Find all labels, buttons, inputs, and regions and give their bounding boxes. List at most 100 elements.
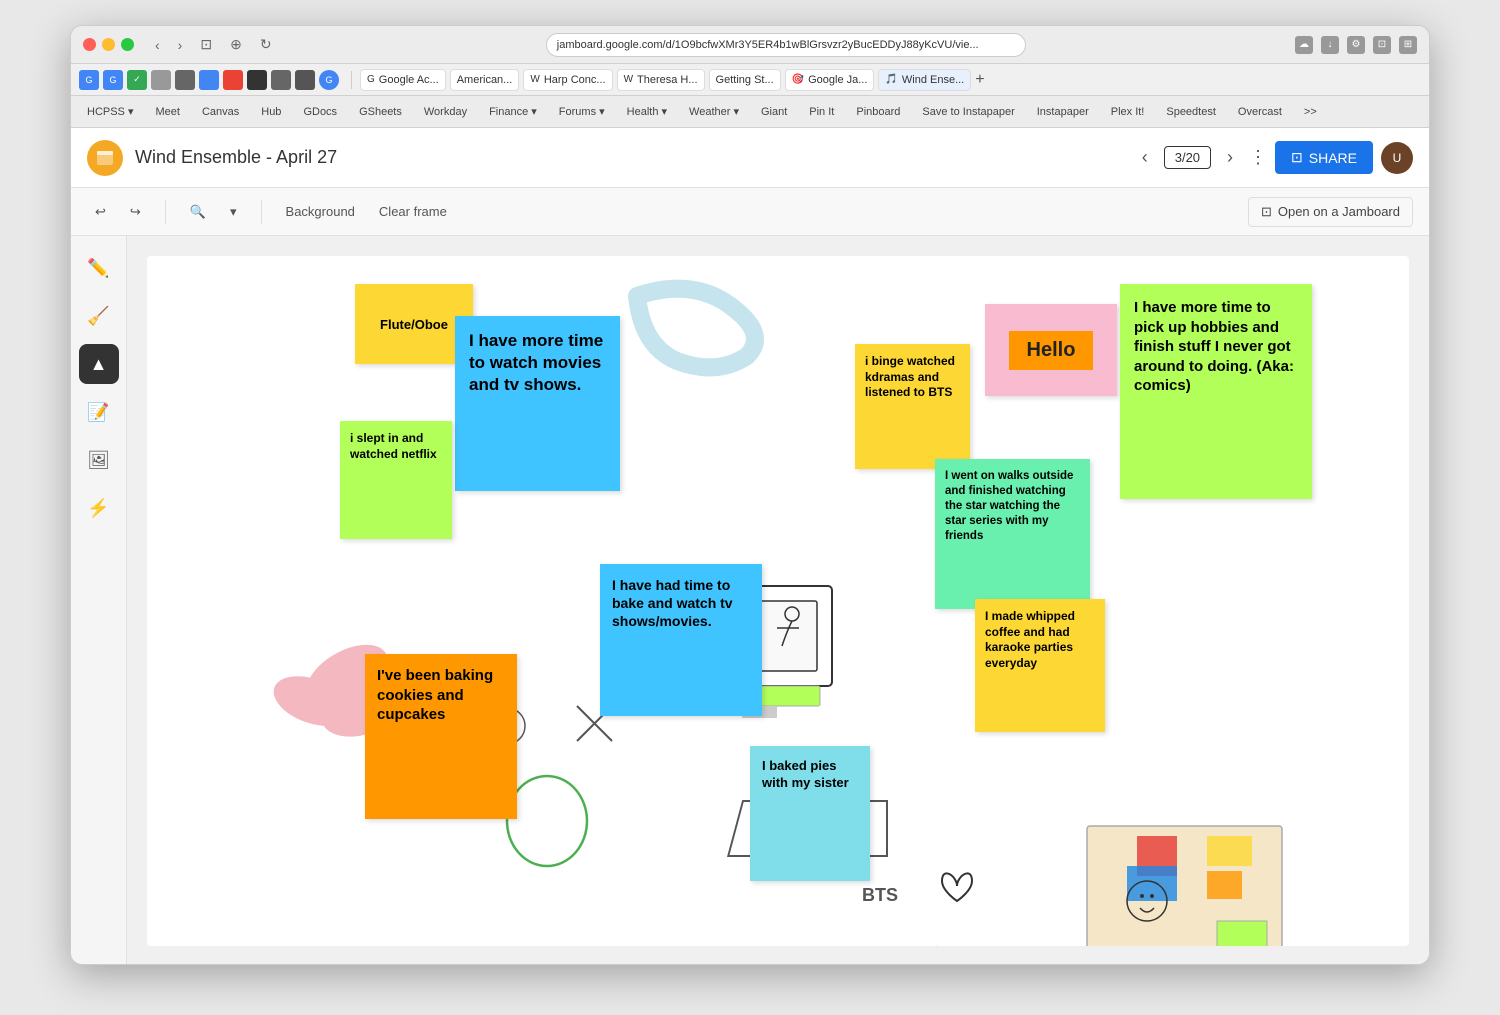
sticky-baking-text: I've been baking cookies and cupcakes bbox=[377, 667, 493, 723]
bm-icon-1[interactable]: G bbox=[79, 70, 99, 90]
shield-icon[interactable]: ⊕ bbox=[225, 34, 247, 55]
prev-page-button[interactable]: ‹ bbox=[1138, 143, 1152, 172]
sticky-coffee[interactable]: I made whipped coffee and had karaoke pa… bbox=[975, 599, 1105, 732]
bookmark-windense[interactable]: 🎵Wind Ense... bbox=[878, 69, 971, 91]
bm-icon-9[interactable] bbox=[271, 70, 291, 90]
sidebar-toggle[interactable]: ⊡ bbox=[195, 34, 217, 55]
bm-sep-1 bbox=[351, 71, 352, 89]
sticky-movies[interactable]: I have more time to watch movies and tv … bbox=[455, 316, 620, 491]
eraser-tool[interactable]: 🧹 bbox=[79, 296, 119, 336]
sticky-bake-text: I have had time to bake and watch tv sho… bbox=[612, 577, 733, 629]
bm-icon-2[interactable]: G bbox=[103, 70, 123, 90]
sticky-baking[interactable]: I've been baking cookies and cupcakes bbox=[365, 654, 517, 819]
forward-button[interactable]: › bbox=[173, 35, 188, 55]
zoom-dropdown[interactable]: ▾ bbox=[222, 200, 245, 224]
nav-health[interactable]: Health bbox=[619, 103, 675, 120]
bm-icon-8[interactable] bbox=[247, 70, 267, 90]
bm-icon-10[interactable] bbox=[295, 70, 315, 90]
nav-saveinstapaper[interactable]: Save to Instapaper bbox=[914, 104, 1022, 120]
sticky-pies-text: I baked pies with my sister bbox=[762, 758, 849, 790]
avatar[interactable]: U bbox=[1381, 142, 1413, 174]
nav-giant[interactable]: Giant bbox=[753, 104, 795, 120]
select-tool[interactable]: ▲ bbox=[79, 344, 119, 384]
minimize-button[interactable] bbox=[102, 38, 115, 51]
sticky-slept[interactable]: i slept in and watched netflix bbox=[340, 421, 452, 539]
cloud-icon[interactable]: ☁ bbox=[1295, 36, 1313, 54]
bookmark-harp[interactable]: WHarp Conc... bbox=[523, 69, 612, 91]
nav-canvas[interactable]: Canvas bbox=[194, 104, 247, 120]
app-title: Wind Ensemble - April 27 bbox=[135, 147, 337, 168]
sticky-pies[interactable]: I baked pies with my sister bbox=[750, 746, 870, 881]
undo-button[interactable]: ↩ bbox=[87, 200, 114, 224]
jamboard-canvas[interactable]: MiNy BTS bbox=[147, 256, 1409, 946]
bm-icon-5[interactable] bbox=[175, 70, 195, 90]
close-button[interactable] bbox=[83, 38, 96, 51]
nav-overcast[interactable]: Overcast bbox=[1230, 104, 1290, 120]
refresh-button[interactable]: ↻ bbox=[255, 34, 277, 55]
next-page-button[interactable]: › bbox=[1223, 143, 1237, 172]
pen-tool[interactable]: ✏️ bbox=[79, 248, 119, 288]
open-jamboard-button[interactable]: ⊡ Open on a Jamboard bbox=[1248, 197, 1413, 227]
more-options-button[interactable]: ⋮ bbox=[1249, 147, 1267, 168]
share-ext-icon[interactable]: ⊡ bbox=[1373, 36, 1391, 54]
nav-plexit[interactable]: Plex It! bbox=[1103, 104, 1153, 120]
browser-window: ‹ › ⊡ ⊕ ↻ jamboard.google.com/d/1O9bcfwX… bbox=[70, 25, 1430, 965]
nav-hcpss[interactable]: HCPSS bbox=[79, 103, 141, 120]
nav-meet[interactable]: Meet bbox=[147, 104, 187, 120]
url-bar[interactable]: jamboard.google.com/d/1O9bcfwXMr3Y5ER4b1… bbox=[546, 33, 1026, 57]
sticky-note-tool[interactable]: 📝 bbox=[79, 392, 119, 432]
bm-icon-7[interactable] bbox=[223, 70, 243, 90]
bm-icon-11[interactable]: G bbox=[319, 70, 339, 90]
page-indicator[interactable]: 3/20 bbox=[1164, 146, 1211, 169]
sticky-hello-outer[interactable]: Hello bbox=[985, 304, 1117, 396]
share-button[interactable]: ⊡ SHARE bbox=[1275, 141, 1373, 174]
titlebar: ‹ › ⊡ ⊕ ↻ jamboard.google.com/d/1O9bcfwX… bbox=[71, 26, 1429, 64]
back-button[interactable]: ‹ bbox=[150, 35, 165, 55]
nav-gsheets[interactable]: GSheets bbox=[351, 104, 410, 120]
nav-speedtest[interactable]: Speedtest bbox=[1158, 104, 1224, 120]
laser-tool[interactable]: ⚡ bbox=[79, 488, 119, 528]
add-bookmark-button[interactable]: + bbox=[975, 71, 984, 89]
nav-finance[interactable]: Finance bbox=[481, 103, 545, 120]
bookmark-american[interactable]: American... bbox=[450, 69, 520, 91]
background-button[interactable]: Background bbox=[278, 200, 363, 223]
nav-workday[interactable]: Workday bbox=[416, 104, 475, 120]
sticky-bake[interactable]: I have had time to bake and watch tv sho… bbox=[600, 564, 762, 716]
maximize-button[interactable] bbox=[121, 38, 134, 51]
settings-icon[interactable]: ⚙ bbox=[1347, 36, 1365, 54]
nav-pinboard[interactable]: Pinboard bbox=[848, 104, 908, 120]
download-icon[interactable]: ↓ bbox=[1321, 36, 1339, 54]
bm-icon-3[interactable]: ✓ bbox=[127, 70, 147, 90]
zoom-button[interactable]: 🔍 bbox=[182, 200, 214, 224]
toolbar: ↩ ↪ 🔍 ▾ Background Clear frame ⊡ Open on… bbox=[71, 188, 1429, 236]
nav-instapaper[interactable]: Instapaper bbox=[1029, 104, 1097, 120]
sticky-binge-text: i binge watched kdramas and listened to … bbox=[865, 354, 955, 399]
titlebar-right: ☁ ↓ ⚙ ⊡ ⊞ bbox=[1295, 36, 1417, 54]
nav-forums[interactable]: Forums bbox=[551, 103, 613, 120]
sticky-hobbies-text: I have more time to pick up hobbies and … bbox=[1134, 299, 1294, 394]
sticky-binge[interactable]: i binge watched kdramas and listened to … bbox=[855, 344, 970, 469]
main-area: ✏️ 🧹 ▲ 📝 🖼 ⚡ bbox=[71, 236, 1429, 965]
clear-frame-button[interactable]: Clear frame bbox=[371, 200, 455, 223]
bookmark-google-ac[interactable]: GGoogle Ac... bbox=[360, 69, 446, 91]
page-current: 3 bbox=[1175, 150, 1182, 165]
bookmark-theresa[interactable]: WTheresa H... bbox=[617, 69, 705, 91]
redo-button[interactable]: ↪ bbox=[122, 200, 149, 224]
nav-pinit[interactable]: Pin It bbox=[801, 104, 842, 120]
nav-weather[interactable]: Weather bbox=[681, 103, 747, 120]
nav-hub[interactable]: Hub bbox=[253, 104, 289, 120]
bm-icon-6[interactable] bbox=[199, 70, 219, 90]
bm-icon-4[interactable] bbox=[151, 70, 171, 90]
nav-gdocs[interactable]: GDocs bbox=[295, 104, 345, 120]
bookmark-getting[interactable]: Getting St... bbox=[709, 69, 781, 91]
nav-more[interactable]: >> bbox=[1296, 104, 1325, 120]
sticky-hello-text: Hello bbox=[1027, 339, 1076, 361]
nav-tabs: HCPSS Meet Canvas Hub GDocs GSheets Work… bbox=[71, 96, 1429, 128]
sticky-walks[interactable]: I went on walks outside and finished wat… bbox=[935, 459, 1090, 609]
bookmark-googleja[interactable]: 🎯Google Ja... bbox=[785, 69, 875, 91]
sticky-hello-inner: Hello bbox=[1009, 331, 1094, 370]
image-tool[interactable]: 🖼 bbox=[79, 440, 119, 480]
sticky-hobbies[interactable]: I have more time to pick up hobbies and … bbox=[1120, 284, 1312, 499]
extensions-icon[interactable]: ⊞ bbox=[1399, 36, 1417, 54]
sticky-walks-text: I went on walks outside and finished wat… bbox=[945, 470, 1073, 542]
